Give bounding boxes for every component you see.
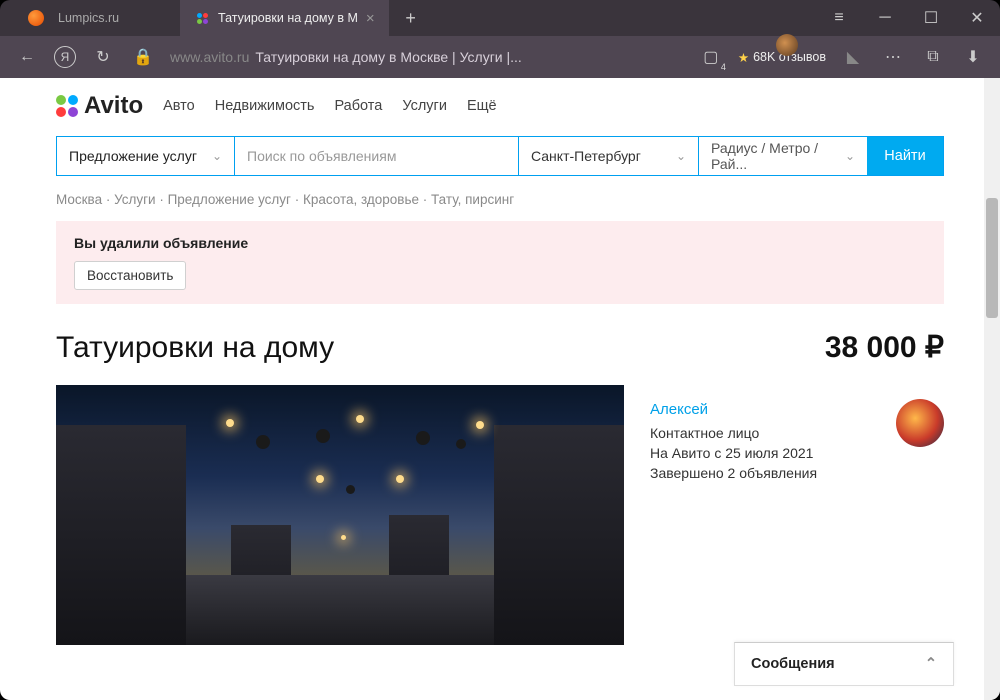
nav-item[interactable]: Работа xyxy=(334,98,382,114)
bookmark-icon[interactable]: ◣ xyxy=(840,44,866,70)
back-button[interactable]: ← xyxy=(14,44,40,70)
favicon-icon xyxy=(194,10,210,26)
notice-banner: Вы удалили объявление Восстановить xyxy=(56,221,944,304)
star-icon: ★ xyxy=(738,50,749,65)
more-icon[interactable]: ⋯ xyxy=(880,44,906,70)
address-bar: ← Я ↻ 🔒 www.avito.ru Татуировки на дому … xyxy=(0,36,1000,78)
messages-label: Сообщения xyxy=(751,656,835,672)
window-controls: ≡ ─ ☐ ✕ xyxy=(816,0,1000,36)
notice-title: Вы удалили объявление xyxy=(74,235,926,251)
search-button[interactable]: Найти xyxy=(867,137,943,175)
nav-item[interactable]: Услуги xyxy=(402,98,447,114)
nav-item[interactable]: Авто xyxy=(163,98,195,114)
city-select[interactable]: Санкт-Петербург ⌄ xyxy=(519,137,699,175)
listing-gallery[interactable] xyxy=(56,385,624,645)
site-header: Avito Авто Недвижимость Работа Услуги Ещ… xyxy=(0,78,1000,132)
seller-since: На Авито с 25 июля 2021 xyxy=(650,443,880,463)
tab-label: Татуировки на дому в М xyxy=(218,11,358,25)
downloads-icon[interactable]: ⬇ xyxy=(960,44,986,70)
breadcrumb[interactable]: Москва · Услуги · Предложение услуг · Кр… xyxy=(0,192,1000,221)
listing-title: Татуировки на дому xyxy=(56,331,334,365)
maximize-button[interactable]: ☐ xyxy=(908,0,954,36)
notification-icon[interactable]: ▢4 xyxy=(698,44,724,70)
url-display[interactable]: www.avito.ru Татуировки на дому в Москве… xyxy=(170,49,522,65)
chevron-down-icon: ⌄ xyxy=(845,149,855,163)
close-button[interactable]: ✕ xyxy=(954,0,1000,36)
titlebar: Lumpics.ru Татуировки на дому в М × + ≡ … xyxy=(0,0,1000,36)
url-host: www.avito.ru xyxy=(170,49,249,65)
seller-panel: Алексей Контактное лицо На Авито с 25 ию… xyxy=(650,385,944,645)
top-nav: Авто Недвижимость Работа Услуги Ещё xyxy=(163,98,497,114)
favicon-icon xyxy=(28,10,44,26)
messages-bar[interactable]: Сообщения ⌃ xyxy=(734,642,954,686)
nav-item[interactable]: Недвижимость xyxy=(215,98,315,114)
seller-stats: Завершено 2 объявления xyxy=(650,463,880,483)
restore-button[interactable]: Восстановить xyxy=(74,261,186,290)
seller-role: Контактное лицо xyxy=(650,423,880,443)
minimize-button[interactable]: ─ xyxy=(862,0,908,36)
close-icon[interactable]: × xyxy=(366,10,375,27)
reload-button[interactable]: ↻ xyxy=(90,44,116,70)
chevron-down-icon: ⌄ xyxy=(212,149,222,163)
scrollbar[interactable] xyxy=(984,78,1000,700)
lock-icon: 🔒 xyxy=(130,44,156,70)
category-select[interactable]: Предложение услуг ⌄ xyxy=(57,137,235,175)
extensions-icon[interactable]: ⧉ xyxy=(920,44,946,70)
chevron-down-icon: ⌄ xyxy=(676,149,686,163)
radius-select[interactable]: Радиус / Метро / Рай... ⌄ xyxy=(699,137,867,175)
listing-header: Татуировки на дому 38 000 ₽ xyxy=(0,330,1000,385)
nav-item[interactable]: Ещё xyxy=(467,98,497,114)
tab-inactive[interactable]: Lumpics.ru xyxy=(0,0,180,36)
search-input[interactable]: Поиск по объявлениям xyxy=(235,137,519,175)
profile-avatar-icon[interactable] xyxy=(776,34,798,56)
browser-tabs: Lumpics.ru Татуировки на дому в М × + xyxy=(0,0,816,36)
listing-price: 38 000 ₽ xyxy=(825,330,944,365)
logo-icon xyxy=(56,95,78,117)
avatar[interactable] xyxy=(896,399,944,447)
menu-button[interactable]: ≡ xyxy=(816,0,862,36)
tab-label: Lumpics.ru xyxy=(58,11,119,25)
chevron-up-icon: ⌃ xyxy=(925,656,937,672)
search-bar: Предложение услуг ⌄ Поиск по объявлениям… xyxy=(56,136,944,176)
page-content: Avito Авто Недвижимость Работа Услуги Ещ… xyxy=(0,78,1000,700)
logo[interactable]: Avito xyxy=(56,92,143,120)
scrollbar-thumb[interactable] xyxy=(986,198,998,318)
url-title: Татуировки на дому в Москве | Услуги |..… xyxy=(255,49,521,65)
yandex-icon[interactable]: Я xyxy=(54,46,76,68)
tab-active[interactable]: Татуировки на дому в М × xyxy=(180,0,389,36)
new-tab-button[interactable]: + xyxy=(397,4,425,32)
seller-name[interactable]: Алексей xyxy=(650,399,880,421)
